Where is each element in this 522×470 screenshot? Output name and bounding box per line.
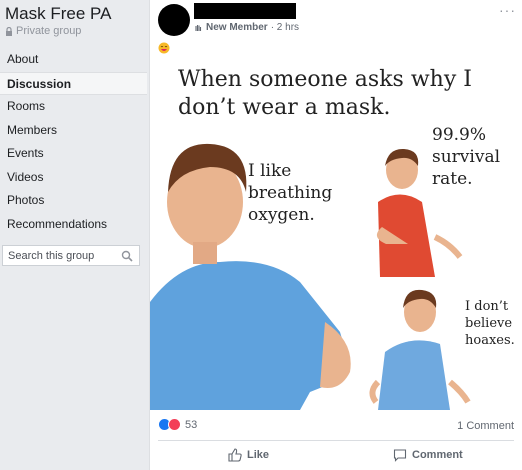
more-options-icon[interactable]: ··· — [499, 2, 516, 18]
meme-image[interactable]: When someone asks why I don’t wear a mas… — [150, 62, 522, 410]
reactions-summary[interactable]: 53 — [158, 418, 197, 431]
love-reaction-icon — [168, 418, 181, 431]
like-label: Like — [247, 449, 270, 461]
laughing-emoji-icon — [158, 42, 170, 54]
comment-button[interactable]: Comment — [393, 448, 463, 462]
search-input[interactable] — [8, 249, 118, 262]
group-sidebar: Mask Free PA Private group About Discuss… — [0, 0, 147, 470]
like-button[interactable]: Like — [228, 448, 269, 462]
app-window: Mask Free PA Private group About Discuss… — [0, 0, 522, 470]
nav-item-members[interactable]: Members — [0, 119, 147, 143]
actions-divider — [158, 440, 514, 441]
comment-label: Comment — [412, 449, 463, 461]
comment-bubble-icon — [393, 449, 407, 462]
group-search-box — [2, 245, 140, 266]
reaction-count: 53 — [185, 418, 198, 431]
thumbs-up-icon — [228, 448, 242, 462]
meme-headline: When someone asks why I don’t wear a mas… — [178, 67, 472, 120]
new-member-badge: New Member — [206, 22, 268, 33]
search-icon[interactable] — [121, 250, 133, 262]
wave-icon — [195, 25, 202, 31]
nav-item-discussion[interactable]: Discussion — [0, 71, 147, 95]
group-privacy: Private group — [5, 25, 81, 37]
meme-label-hoaxes: I don’t believe hoaxes. — [465, 299, 515, 348]
post-meta: New Member · 2 hrs — [194, 22, 299, 33]
nav-item-events[interactable]: Events — [0, 142, 147, 166]
nav-item-rooms[interactable]: Rooms — [0, 95, 147, 119]
author-avatar[interactable] — [158, 4, 190, 36]
meme-label-breathing: I like breathing oxygen. — [248, 161, 333, 225]
group-nav: About Discussion Rooms Members Events Vi… — [0, 48, 147, 236]
post-card: New Member · 2 hrs ··· When someone asks… — [149, 0, 522, 470]
lock-icon — [6, 26, 12, 36]
post-time[interactable]: · 2 hrs — [271, 22, 299, 33]
nav-item-about[interactable]: About — [0, 48, 147, 72]
nav-item-photos[interactable]: Photos — [0, 189, 147, 213]
person-small-blue — [369, 289, 471, 410]
nav-item-recommendations[interactable]: Recommendations — [0, 213, 147, 237]
group-name[interactable]: Mask Free PA — [5, 4, 111, 24]
nav-item-videos[interactable]: Videos — [0, 166, 147, 190]
comments-count[interactable]: 1 Comment — [457, 420, 514, 432]
meme-label-survival: 99.9% survival rate. — [432, 125, 501, 189]
privacy-label: Private group — [16, 25, 82, 37]
author-name-redacted — [194, 3, 296, 19]
